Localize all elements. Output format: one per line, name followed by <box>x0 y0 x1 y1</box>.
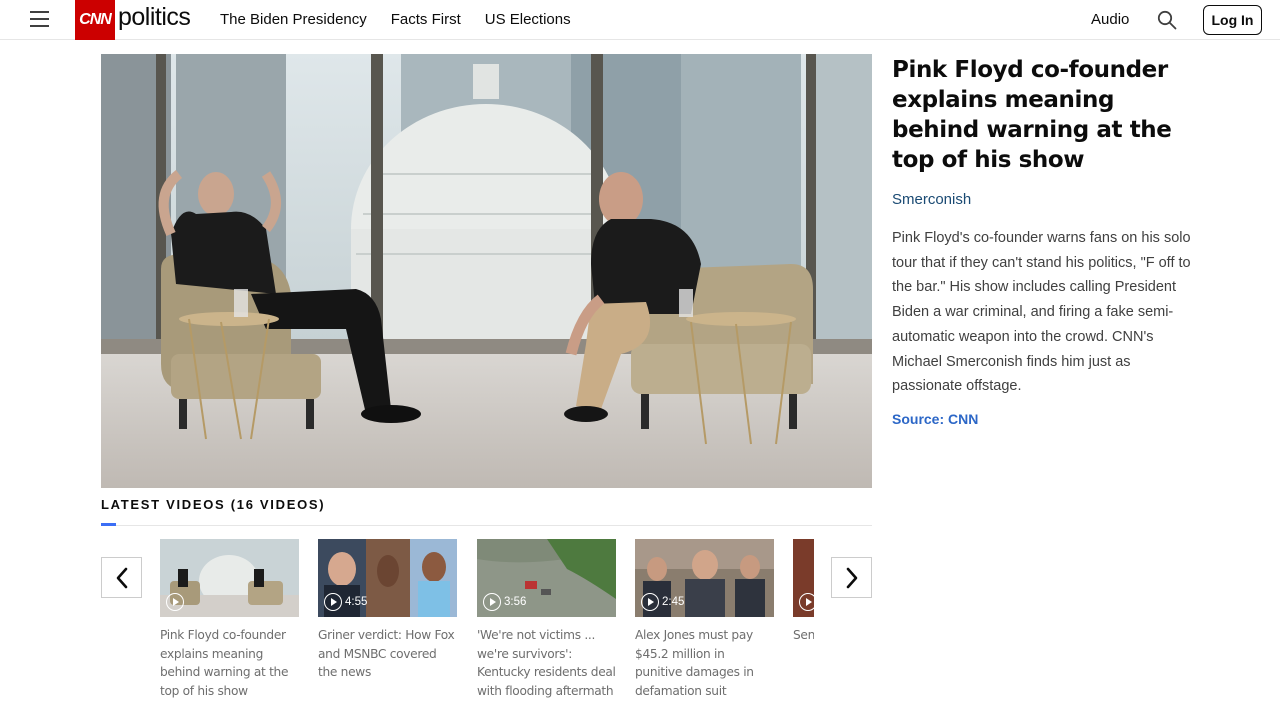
video-carousel: Pink Floyd co-founder explains meaning b… <box>160 539 814 711</box>
play-icon <box>799 593 814 611</box>
cnn-logo[interactable]: CNN <box>75 0 115 40</box>
article-description: Pink Floyd's co-founder warns fans on hi… <box>892 230 1191 395</box>
section-name[interactable]: politics <box>118 3 191 32</box>
video-thumbnail[interactable] <box>793 539 814 617</box>
play-indicator: 3:56 <box>483 593 526 611</box>
video-caption[interactable]: Pink Floyd co-founder explains meaning b… <box>160 626 299 700</box>
video-duration: 3:56 <box>504 596 527 608</box>
video-thumbnail[interactable]: 4:55 <box>318 539 457 617</box>
chevron-left-icon <box>116 567 127 588</box>
video-duration: 4:55 <box>345 596 368 608</box>
video-thumbnail[interactable]: 2:45 <box>635 539 774 617</box>
play-icon <box>324 593 342 611</box>
section-accent-bar <box>101 523 116 526</box>
video-thumbnail[interactable]: 3:56 <box>477 539 616 617</box>
video-thumbnail[interactable] <box>160 539 299 617</box>
carousel-prev-button[interactable] <box>101 557 142 598</box>
nav-item-us-elections[interactable]: US Elections <box>485 10 571 30</box>
play-indicator <box>166 593 187 611</box>
video-card[interactable]: 3:56 'We're not victims ... we're surviv… <box>477 539 616 700</box>
login-button[interactable]: Log In <box>1203 5 1262 35</box>
play-indicator: 4:55 <box>324 593 367 611</box>
chevron-right-icon <box>846 567 857 588</box>
main-nav: The Biden Presidency Facts First US Elec… <box>220 10 595 30</box>
video-caption[interactable]: Griner verdict: How Fox and MSNBC covere… <box>318 626 457 682</box>
video-card[interactable]: 2:45 Alex Jones must pay $45.2 million i… <box>635 539 774 700</box>
show-link[interactable]: Smerconish <box>892 190 971 210</box>
video-card[interactable]: Pink Floyd co-founder explains meaning b… <box>160 539 299 700</box>
nav-item-facts-first[interactable]: Facts First <box>391 10 461 30</box>
video-caption[interactable]: 'We're not victims ... we're survivors':… <box>477 626 616 700</box>
site-header: CNN politics The Biden Presidency Facts … <box>0 0 1280 40</box>
hamburger-icon[interactable] <box>30 11 49 27</box>
play-icon <box>483 593 501 611</box>
divider <box>101 525 872 526</box>
hero-video-image <box>101 54 872 488</box>
video-caption[interactable]: Alex Jones must pay $45.2 million in pun… <box>635 626 774 700</box>
nav-item-biden-presidency[interactable]: The Biden Presidency <box>220 10 367 30</box>
search-icon[interactable] <box>1157 10 1177 30</box>
play-indicator: 2:45 <box>641 593 684 611</box>
article-headline[interactable]: Pink Floyd co-founder explains meaning b… <box>892 55 1192 175</box>
latest-videos-title: LATEST VIDEOS (16 VIDEOS) <box>101 497 326 512</box>
video-duration: 2:45 <box>662 596 685 608</box>
hero-video[interactable] <box>101 54 872 488</box>
audio-link[interactable]: Audio <box>1091 10 1129 30</box>
play-icon <box>166 593 184 611</box>
source-link[interactable]: Source: CNN <box>892 409 978 429</box>
carousel-next-button[interactable] <box>831 557 872 598</box>
play-indicator <box>799 593 814 611</box>
video-card[interactable]: Sen Linc abo <box>793 539 814 645</box>
video-card[interactable]: 4:55 Griner verdict: How Fox and MSNBC c… <box>318 539 457 682</box>
video-caption[interactable]: Sen Linc abo <box>793 626 814 645</box>
play-icon <box>641 593 659 611</box>
